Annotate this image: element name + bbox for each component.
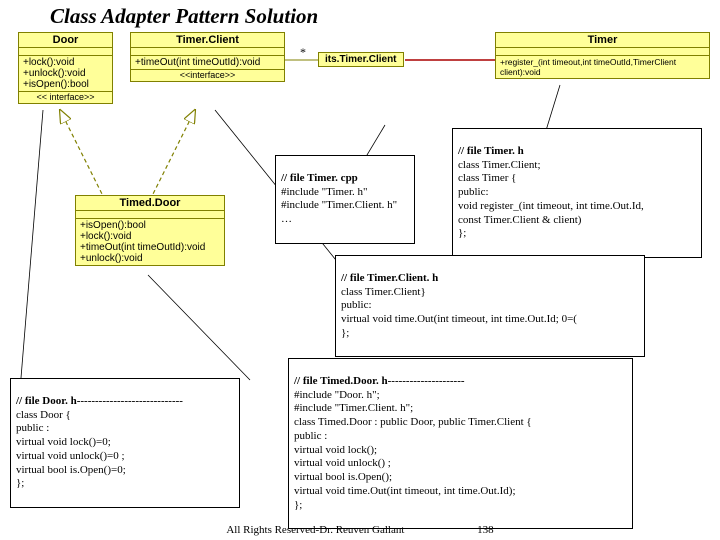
uml-timed-door-attrs	[76, 211, 224, 219]
uml-timer-client-stereo: <<interface>>	[131, 70, 284, 81]
uml-door-name: Door	[19, 33, 112, 48]
uml-timer-client-ops: +timeOut(int timeOutId):void	[131, 56, 284, 70]
page-number: 138	[477, 524, 494, 536]
uml-timer-client-attrs	[131, 48, 284, 56]
code-box-timed-door-h: // file Timed.Door. h-------------------…	[288, 358, 633, 529]
multiplicity-star: *	[300, 45, 306, 60]
code-timer-cpp-hdr: // file Timer. cpp	[281, 172, 358, 184]
footer: All Rights Reserved-Dr. Reuven Gallant 1…	[0, 524, 720, 536]
uml-timed-door-ops: +isOpen():bool +lock():void +timeOut(int…	[76, 219, 224, 265]
uml-door-attrs	[19, 48, 112, 56]
code-timer-h-hdr: // file Timer. h	[458, 145, 524, 157]
code-timer-client-h-body: class Timer.Client} public: virtual void…	[341, 286, 639, 341]
uml-class-door: Door +lock():void +unlock():void +isOpen…	[18, 32, 113, 104]
code-timer-h-body: class Timer.Client; class Timer { public…	[458, 159, 696, 242]
code-timed-door-h-hdr: // file Timed.Door. h-------------------…	[294, 375, 465, 387]
code-timer-cpp-body: #include "Timer. h" #include "Timer.Clie…	[281, 186, 409, 227]
uml-timer-client-name: Timer.Client	[131, 33, 284, 48]
uml-class-timer-client: Timer.Client +timeOut(int timeOutId):voi…	[130, 32, 285, 82]
page-title: Class Adapter Pattern Solution	[50, 4, 318, 29]
code-timed-door-h-body: #include "Door. h"; #include "Timer.Clie…	[294, 389, 627, 513]
code-timer-client-h-hdr: // file Timer.Client. h	[341, 272, 438, 284]
uml-timer-ops: +register_(int timeout,int timeOutId,Tim…	[496, 56, 709, 78]
uml-door-ops: +lock():void +unlock():void +isOpen():bo…	[19, 56, 112, 92]
code-door-h-hdr: // file Door. h-------------------------…	[16, 395, 183, 407]
code-box-timer-h: // file Timer. h class Timer.Client; cla…	[452, 128, 702, 258]
uml-door-stereo: << interface>>	[19, 92, 112, 103]
uml-timer-attrs	[496, 48, 709, 56]
uml-its-timer-client: its.Timer.Client	[318, 52, 404, 67]
code-box-timer-cpp: // file Timer. cpp #include "Timer. h" #…	[275, 155, 415, 244]
uml-timer-name: Timer	[496, 33, 709, 48]
uml-class-timed-door: Timed.Door +isOpen():bool +lock():void +…	[75, 195, 225, 266]
footer-copyright: All Rights Reserved-Dr. Reuven Gallant	[226, 524, 404, 536]
code-door-h-body: class Door { public : virtual void lock(…	[16, 409, 234, 492]
uml-class-timer: Timer +register_(int timeout,int timeOut…	[495, 32, 710, 79]
code-box-door-h: // file Door. h-------------------------…	[10, 378, 240, 508]
code-box-timer-client-h: // file Timer.Client. h class Timer.Clie…	[335, 255, 645, 357]
uml-timed-door-name: Timed.Door	[76, 196, 224, 211]
